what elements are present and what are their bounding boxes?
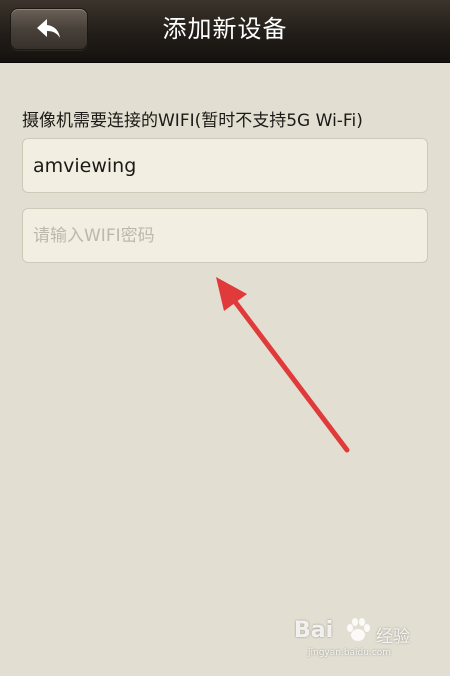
watermark-word: 经验 bbox=[376, 627, 410, 647]
red-arrow-annotation bbox=[216, 277, 350, 453]
watermark-brand: Bai bbox=[294, 618, 334, 643]
baidu-watermark: Bai 经验 jingyan.baidu.com bbox=[294, 614, 424, 664]
watermark-url: jingyan.baidu.com bbox=[308, 648, 392, 658]
paw-icon bbox=[347, 618, 370, 641]
